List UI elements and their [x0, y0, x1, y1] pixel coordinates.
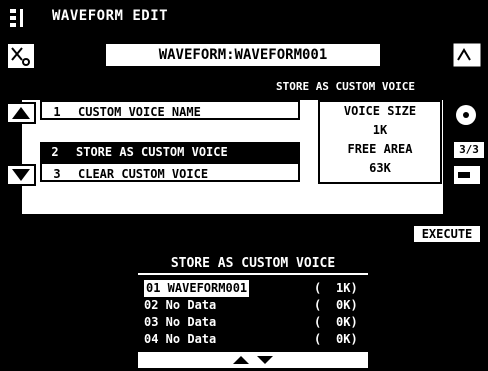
- scroll-up-button[interactable]: [6, 102, 36, 124]
- list-item-store-as-custom-voice[interactable]: 2 STORE AS CUSTOM VOICE: [40, 142, 300, 162]
- voice-size-value: 1K: [372, 123, 388, 137]
- voice-size-label: VOICE SIZE: [343, 104, 417, 118]
- voice-icon[interactable]: [452, 42, 486, 68]
- store-slot-name: 02 No Data: [144, 298, 217, 312]
- store-slot-name: 01 WAVEFORM001: [144, 280, 250, 297]
- list-item[interactable]: 04 No Data ( 0K): [144, 331, 369, 348]
- item-number: 2: [51, 145, 59, 159]
- free-area-label: FREE AREA: [347, 142, 413, 156]
- item-number: 3: [53, 167, 61, 181]
- open-paren: (: [314, 315, 322, 329]
- page-indicator: 3/3: [452, 140, 486, 160]
- store-list-title: STORE AS CUSTOM VOICE: [170, 256, 336, 271]
- waveform-edit-screen: WAVEFORM EDIT WAVEFORM:WAVEFORM001 EDIT …: [0, 0, 488, 371]
- scroll-arrows-icon: [233, 356, 273, 364]
- open-paren: (: [314, 332, 322, 346]
- free-area-value: 63K: [369, 161, 391, 175]
- tab-store-as-custom-voice[interactable]: STORE AS CUSTOM VOICE: [248, 76, 443, 98]
- list-item[interactable]: 02 No Data ( 0K): [144, 297, 369, 314]
- item-number: 1: [53, 105, 61, 119]
- list-scroll-bar[interactable]: [138, 352, 368, 368]
- store-slot-name: 03 No Data: [144, 315, 217, 329]
- right-side-panel: [448, 36, 488, 216]
- voice-size-info: VOICE SIZE 1K FREE AREA 63K: [318, 100, 442, 184]
- list-item-custom-voice-name[interactable]: 1 CUSTOM VOICE NAME: [40, 100, 300, 120]
- list-item[interactable]: 03 No Data ( 0K): [144, 314, 369, 331]
- divider: [138, 273, 368, 275]
- item-label: STORE AS CUSTOM VOICE: [76, 145, 228, 159]
- store-slot-size: 0K): [336, 315, 358, 329]
- tab-edit[interactable]: EDIT: [20, 76, 90, 98]
- tab-name-clear-disk[interactable]: NAME/CLEAR/DISK: [96, 76, 246, 98]
- store-slot-name: 04 No Data: [144, 332, 217, 346]
- execute-button[interactable]: EXECUTE: [412, 224, 482, 244]
- disk-icon[interactable]: [452, 102, 486, 128]
- store-slot-size: 0K): [336, 298, 358, 312]
- item-label: CUSTOM VOICE NAME: [78, 105, 201, 119]
- item-label: CLEAR CUSTOM VOICE: [78, 167, 209, 181]
- scroll-down-button[interactable]: [6, 164, 36, 186]
- waveform-name-field: WAVEFORM:WAVEFORM001: [104, 42, 382, 68]
- triangle-up-icon: [12, 107, 30, 119]
- list-item-clear-custom-voice[interactable]: 3 CLEAR CUSTOM VOICE: [40, 162, 300, 182]
- triangle-down-icon: [12, 169, 30, 181]
- page-title: WAVEFORM EDIT: [52, 8, 169, 24]
- open-paren: (: [314, 298, 322, 312]
- scissors-icon: [11, 47, 30, 66]
- store-slot-size: 1K): [336, 281, 358, 295]
- list-item[interactable]: 01 WAVEFORM001 ( 1K): [144, 280, 369, 297]
- folder-icon[interactable]: [452, 162, 486, 188]
- store-slot-size: 0K): [336, 332, 358, 346]
- open-paren: (: [314, 281, 322, 295]
- waveform-edit-icon: [10, 9, 23, 27]
- title-bar: WAVEFORM EDIT: [0, 0, 488, 38]
- scissors-button[interactable]: [6, 42, 36, 70]
